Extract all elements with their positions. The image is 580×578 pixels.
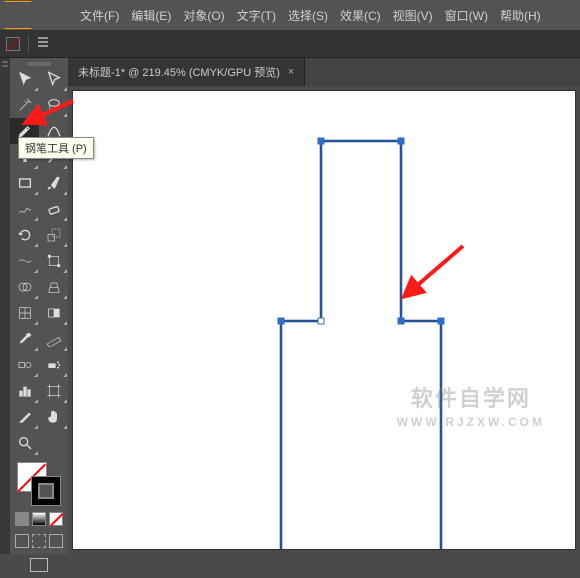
artboard-tool-icon[interactable] [39,378,68,404]
rectangle-tool-icon[interactable] [10,170,39,196]
control-bar [0,30,580,58]
width-tool-icon[interactable] [10,248,39,274]
anchor-point[interactable] [278,318,285,325]
close-icon[interactable]: × [288,66,294,78]
pen-tool-tooltip: 钢笔工具 (P) [18,137,94,159]
mesh-tool-icon[interactable] [10,300,39,326]
canvas[interactable]: 软件自学网 WWW.RJZXW.COM [72,90,576,550]
document-tab-title: 未标题-1* @ 219.45% (CMYK/GPU 预览) [78,64,280,80]
column-graph-tool-icon[interactable] [10,378,39,404]
annotation-arrow-icon [403,241,473,306]
gradient-tool-icon[interactable] [39,300,68,326]
anchor-point-selected[interactable] [318,318,325,325]
menu-type[interactable]: 文字(T) [237,7,276,24]
eraser-tool-icon[interactable] [39,196,68,222]
annotation-arrow-icon [28,96,78,131]
draw-behind-icon[interactable] [32,534,46,548]
menu-icon[interactable] [37,35,49,53]
eyedropper-tool-icon[interactable] [10,326,39,352]
menu-object[interactable]: 对象(O) [183,7,224,24]
measure-tool-icon[interactable] [39,326,68,352]
document-tab[interactable]: 未标题-1* @ 219.45% (CMYK/GPU 预览) × [68,58,305,86]
slice-tool-icon[interactable] [10,404,39,430]
draw-normal-icon[interactable] [15,534,29,548]
menu-view[interactable]: 视图(V) [393,7,433,24]
anchor-point[interactable] [318,138,325,145]
symbol-sprayer-tool-icon[interactable] [39,352,68,378]
menu-select[interactable]: 选择(S) [288,7,328,24]
rotate-tool-icon[interactable] [10,222,39,248]
panel-gutter[interactable] [0,58,10,554]
menu-help[interactable]: 帮助(H) [500,7,541,24]
no-selection-icon [6,37,20,51]
menu-effect[interactable]: 效果(C) [340,7,381,24]
shaper-tool-icon[interactable] [10,196,39,222]
document-tab-bar: 未标题-1* @ 219.45% (CMYK/GPU 预览) × [68,58,580,86]
color-swatches [10,456,68,578]
menubar: 文件(F) 编辑(E) 对象(O) 文字(T) 选择(S) 效果(C) 视图(V… [0,2,580,28]
toolbox [10,58,68,554]
none-mode-swatch[interactable] [49,512,63,526]
separator [28,35,29,53]
menu-file[interactable]: 文件(F) [80,7,119,24]
hand-tool-icon[interactable] [39,404,68,430]
perspective-tool-icon[interactable] [39,274,68,300]
paintbrush-tool-icon[interactable] [39,170,68,196]
menu-window[interactable]: 窗口(W) [445,7,488,24]
zoom-tool-icon[interactable] [10,430,39,456]
empty-tool-slot [39,430,68,456]
anchor-point[interactable] [438,318,445,325]
blend-tool-icon[interactable] [10,352,39,378]
gradient-mode-swatch[interactable] [32,512,46,526]
free-transform-tool-icon[interactable] [39,248,68,274]
direct-selection-tool-icon[interactable] [39,66,68,92]
draw-inside-icon[interactable] [49,534,63,548]
vector-shape[interactable] [181,141,461,550]
scale-tool-icon[interactable] [39,222,68,248]
screen-mode-icon[interactable] [30,558,48,572]
menu-edit[interactable]: 编辑(E) [131,7,171,24]
color-mode-swatch[interactable] [15,512,29,526]
stroke-swatch[interactable] [31,476,61,506]
anchor-point[interactable] [398,138,405,145]
shape-builder-tool-icon[interactable] [10,274,39,300]
document-area: 未标题-1* @ 219.45% (CMYK/GPU 预览) × [68,58,580,554]
anchor-point[interactable] [398,318,405,325]
main-area: 未标题-1* @ 219.45% (CMYK/GPU 预览) × [0,58,580,554]
selection-tool-icon[interactable] [10,66,39,92]
